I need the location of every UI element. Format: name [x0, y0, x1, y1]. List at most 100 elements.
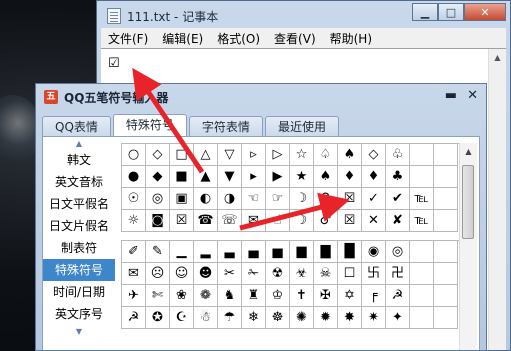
minimize-icon[interactable]: ▁: [412, 3, 438, 21]
symbol-cell[interactable]: ✂: [218, 263, 242, 285]
notepad-scrollbar[interactable]: ▲: [488, 49, 506, 350]
symbol-cell[interactable]: ✉: [242, 210, 266, 232]
symbol-cell[interactable]: ◆: [146, 166, 170, 188]
symbol-cell[interactable]: ✹: [314, 307, 338, 329]
symbol-cell[interactable]: ☭: [122, 307, 146, 329]
scroll-up-icon[interactable]: ▲: [489, 49, 506, 66]
symbol-cell[interactable]: ✈: [122, 285, 146, 307]
scroll-thumb[interactable]: [462, 165, 474, 239]
symbol-cell[interactable]: ✸: [338, 307, 362, 329]
symbol-cell[interactable]: ✺: [290, 307, 314, 329]
symbol-cell[interactable]: [410, 144, 434, 166]
symbol-cell[interactable]: [410, 263, 434, 285]
symbol-cell[interactable]: ☪: [170, 307, 194, 329]
symbol-cell[interactable]: ♧: [386, 144, 410, 166]
symbol-cell[interactable]: ☻: [194, 263, 218, 285]
symbol-cell[interactable]: ✔: [386, 188, 410, 210]
symbol-cell[interactable]: ✉: [122, 263, 146, 285]
symbol-cell[interactable]: ♞: [218, 285, 242, 307]
symbol-cell[interactable]: ☒: [170, 210, 194, 232]
symbol-cell[interactable]: ▣: [170, 188, 194, 210]
category-phonetic[interactable]: 英文音标: [43, 171, 115, 193]
category-katakana[interactable]: 日文片假名: [43, 215, 115, 237]
symbol-cell[interactable]: ◎: [386, 241, 410, 263]
symbol-cell[interactable]: ♠: [338, 144, 362, 166]
symbol-cell[interactable]: ▇: [314, 241, 338, 263]
symbol-cell[interactable]: ♠: [314, 166, 338, 188]
symbol-cell[interactable]: ✁: [242, 263, 266, 285]
symbol-cell[interactable]: ❄: [242, 307, 266, 329]
close-icon[interactable]: ✕: [467, 88, 478, 103]
category-korean[interactable]: 韩文: [43, 149, 115, 171]
tab-recently-used[interactable]: 最近使用: [264, 116, 339, 137]
symbol-cell[interactable]: ■: [170, 166, 194, 188]
symbol-cell[interactable]: ☒: [338, 210, 362, 232]
category-scroll-down-icon[interactable]: ▼: [43, 325, 115, 337]
symbol-cell[interactable]: ▼: [218, 166, 242, 188]
symbol-cell[interactable]: ☂: [218, 307, 242, 329]
menu-help[interactable]: 帮助(H): [323, 30, 379, 47]
tab-text-emoticons[interactable]: 字符表情: [188, 116, 263, 137]
symbol-cell[interactable]: [410, 241, 434, 263]
symbol-cell[interactable]: [434, 144, 458, 166]
symbol-cell[interactable]: ▅: [266, 241, 290, 263]
symbol-cell[interactable]: [434, 188, 458, 210]
symbol-cell[interactable]: ☉: [122, 188, 146, 210]
symbol-cell[interactable]: ✘: [386, 210, 410, 232]
category-special-symbols[interactable]: 特殊符号: [43, 259, 115, 281]
symbol-cell[interactable]: █: [338, 241, 362, 263]
symbol-cell[interactable]: △: [194, 144, 218, 166]
symbol-cell[interactable]: ✷: [362, 307, 386, 329]
symbol-cell[interactable]: ☜: [242, 188, 266, 210]
symbol-cell[interactable]: [434, 166, 458, 188]
menu-format[interactable]: 格式(O): [210, 30, 267, 47]
symbol-cell[interactable]: ╒: [362, 285, 386, 307]
symbol-cell[interactable]: ☃: [194, 307, 218, 329]
symbol-cell[interactable]: ◎: [146, 188, 170, 210]
category-hiragana[interactable]: 日文平假名: [43, 193, 115, 215]
symbol-cell[interactable]: ▄: [242, 241, 266, 263]
symbol-cell[interactable]: ☏: [218, 210, 242, 232]
symbol-cell[interactable]: 卍: [386, 263, 410, 285]
symbol-cell[interactable]: [410, 285, 434, 307]
category-box-drawing[interactable]: 制表符: [43, 237, 115, 259]
category-time-date[interactable]: 时间/日期: [43, 281, 115, 303]
symbol-cell[interactable]: [434, 285, 458, 307]
symbol-cell[interactable]: ✄: [146, 285, 170, 307]
symbol-cell[interactable]: ☠: [314, 263, 338, 285]
symbol-cell[interactable]: [434, 263, 458, 285]
symbol-cell[interactable]: ▷: [266, 144, 290, 166]
symbol-cell[interactable]: ▆: [290, 241, 314, 263]
symbol-cell[interactable]: ℡: [410, 210, 434, 232]
symbol-cell[interactable]: ▹: [242, 144, 266, 166]
close-icon[interactable]: ✕: [464, 3, 506, 21]
symbol-cell[interactable]: ♦: [362, 166, 386, 188]
symbol-cell[interactable]: ♦: [338, 166, 362, 188]
symbol-cell[interactable]: ✐: [122, 241, 146, 263]
symbol-cell[interactable]: ℡: [410, 188, 434, 210]
symbol-cell[interactable]: ▁: [170, 241, 194, 263]
symbol-cell[interactable]: ☣: [290, 263, 314, 285]
symbol-cell[interactable]: ✓: [362, 188, 386, 210]
symbol-cell[interactable]: ✪: [146, 307, 170, 329]
symbol-cell[interactable]: ✕: [362, 210, 386, 232]
symbol-cell[interactable]: [410, 166, 434, 188]
symbol-cell[interactable]: ◇: [362, 144, 386, 166]
menu-view[interactable]: 查看(V): [267, 30, 323, 47]
symbol-cell[interactable]: ▂: [194, 241, 218, 263]
category-ordinal[interactable]: 英文序号: [43, 303, 115, 325]
symbol-cell[interactable]: ☞: [266, 188, 290, 210]
symbol-cell[interactable]: ❀: [170, 285, 194, 307]
symbol-cell[interactable]: □: [170, 144, 194, 166]
symbol-cell[interactable]: [434, 210, 458, 232]
symbol-cell[interactable]: ✝: [290, 285, 314, 307]
symbol-cell[interactable]: ●: [122, 166, 146, 188]
symbol-cell[interactable]: [410, 307, 434, 329]
symbol-cell[interactable]: ▽: [218, 144, 242, 166]
symbol-cell[interactable]: ☎: [194, 210, 218, 232]
maximize-icon[interactable]: □: [438, 3, 464, 21]
scroll-up-icon[interactable]: ▲: [460, 143, 477, 159]
symbol-cell[interactable]: ♣: [386, 166, 410, 188]
symbol-cell[interactable]: ◇: [146, 144, 170, 166]
symbol-cell[interactable]: ☆: [290, 144, 314, 166]
